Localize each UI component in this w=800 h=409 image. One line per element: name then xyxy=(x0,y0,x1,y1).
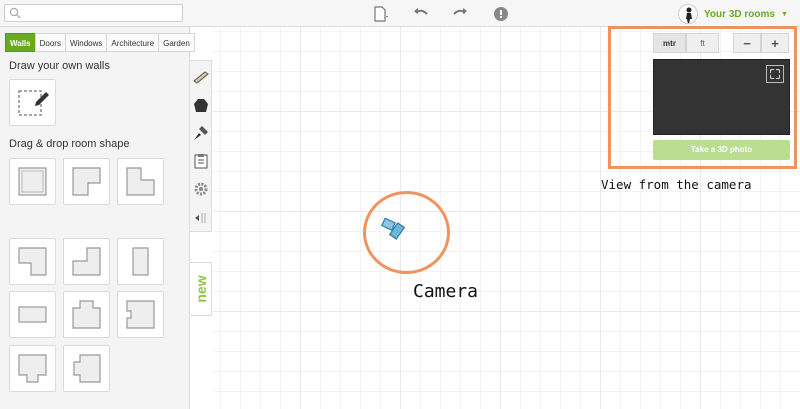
room-shape-l-corner[interactable] xyxy=(63,158,110,205)
unit-feet-button[interactable]: ft xyxy=(686,33,719,53)
room-shape-cross[interactable] xyxy=(63,291,110,338)
draw-walls-icon xyxy=(18,90,49,116)
list-tool-icon[interactable] xyxy=(193,153,209,169)
new-tab-label: new xyxy=(193,275,209,303)
room-shape-l-bottom[interactable] xyxy=(9,238,56,285)
category-tabs: Walls Doors Windows Architecture Garden xyxy=(5,33,195,52)
zoom-out-button[interactable]: − xyxy=(733,33,761,53)
room-shape-wide[interactable] xyxy=(9,291,56,338)
tab-windows[interactable]: Windows xyxy=(64,33,108,52)
redo-icon[interactable] xyxy=(451,5,469,23)
shapes-tool-icon[interactable] xyxy=(193,98,209,114)
undo-icon[interactable] xyxy=(412,5,430,23)
room-shape-offset[interactable] xyxy=(63,345,110,392)
view-annotation: View from the camera xyxy=(601,177,752,192)
walls-heading: Draw your own walls xyxy=(9,60,110,72)
zoom-in-button[interactable]: + xyxy=(761,33,789,53)
user-menu[interactable]: Your 3D rooms ▼ xyxy=(678,4,788,24)
new-tab[interactable]: new xyxy=(190,262,212,316)
catalog-panel: Walls Doors Windows Architecture Garden … xyxy=(0,27,195,409)
search-input[interactable] xyxy=(4,4,183,22)
user-menu-label: Your 3D rooms xyxy=(704,8,775,20)
fullscreen-icon[interactable] xyxy=(766,65,784,83)
walls-tool-icon[interactable] xyxy=(193,69,209,85)
take-3d-photo-button[interactable]: Take a 3D photo xyxy=(653,140,790,160)
new-file-icon[interactable] xyxy=(372,5,390,23)
draw-walls-tool[interactable] xyxy=(9,79,56,126)
tab-doors[interactable]: Doors xyxy=(34,33,66,52)
unit-toggle: mtr ft xyxy=(653,33,719,53)
help-icon[interactable] xyxy=(492,5,510,23)
camera-icon[interactable] xyxy=(381,214,409,240)
avatar-icon xyxy=(678,4,698,24)
room-shape-tall[interactable] xyxy=(117,238,164,285)
unit-metric-button[interactable]: mtr xyxy=(653,33,686,53)
camera-annotation: Camera xyxy=(413,281,479,302)
shapes-heading: Drag & drop room shape xyxy=(9,138,130,150)
room-shape-notch[interactable] xyxy=(117,291,164,338)
search-icon xyxy=(9,7,21,19)
room-shape-step[interactable] xyxy=(117,158,164,205)
tool-strip xyxy=(190,60,212,232)
top-toolbar: Your 3D rooms ▼ xyxy=(0,0,800,27)
tab-architecture[interactable]: Architecture xyxy=(106,33,160,52)
tab-walls[interactable]: Walls xyxy=(5,33,36,52)
settings-tool-icon[interactable] xyxy=(193,181,209,197)
tab-garden[interactable]: Garden xyxy=(158,33,195,52)
zoom-controls: − + xyxy=(733,33,789,53)
room-shape-bay[interactable] xyxy=(9,345,56,392)
collapse-icon[interactable] xyxy=(193,210,209,226)
chevron-down-icon: ▼ xyxy=(780,10,788,18)
room-shape-square[interactable] xyxy=(9,158,56,205)
room-shape-l-top[interactable] xyxy=(63,238,110,285)
paint-tool-icon[interactable] xyxy=(193,125,209,141)
